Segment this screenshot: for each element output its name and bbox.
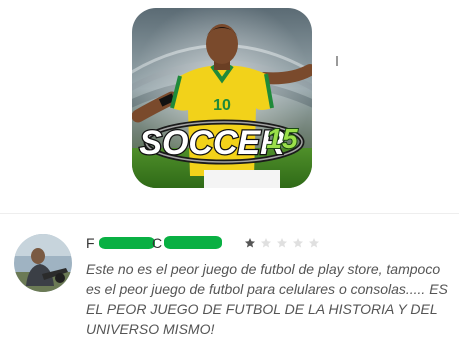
app-icon-artwork: 10 SOCCER 15: [132, 8, 312, 188]
star-rating: [244, 237, 320, 249]
edge-mark: [336, 56, 338, 66]
divider: [0, 213, 459, 214]
reviewer-header: F C: [86, 234, 320, 252]
redaction-mark: [164, 236, 222, 249]
review-card: 10 SOCCER 15 F C Este no es el peor jueg…: [0, 0, 459, 352]
reviewer-initial-first: F: [86, 235, 95, 251]
review-text: Este no es el peor juego de futbol de pl…: [86, 261, 448, 337]
svg-text:15: 15: [266, 123, 298, 154]
svg-text:SOCCER: SOCCER: [139, 124, 285, 162]
star-empty-icon: [309, 238, 319, 248]
star-empty-icon: [293, 238, 303, 248]
reviewer-initial-second: C: [152, 235, 163, 251]
svg-text:10: 10: [213, 97, 231, 114]
app-icon[interactable]: 10 SOCCER 15: [132, 8, 312, 188]
redaction-mark: [99, 237, 155, 249]
reviewer-name[interactable]: F C: [86, 234, 236, 252]
avatar[interactable]: [14, 234, 72, 292]
avatar-photo: [14, 234, 72, 292]
star-empty-icon: [277, 238, 287, 248]
star-filled-icon: [245, 238, 255, 248]
star-empty-icon: [261, 238, 271, 248]
